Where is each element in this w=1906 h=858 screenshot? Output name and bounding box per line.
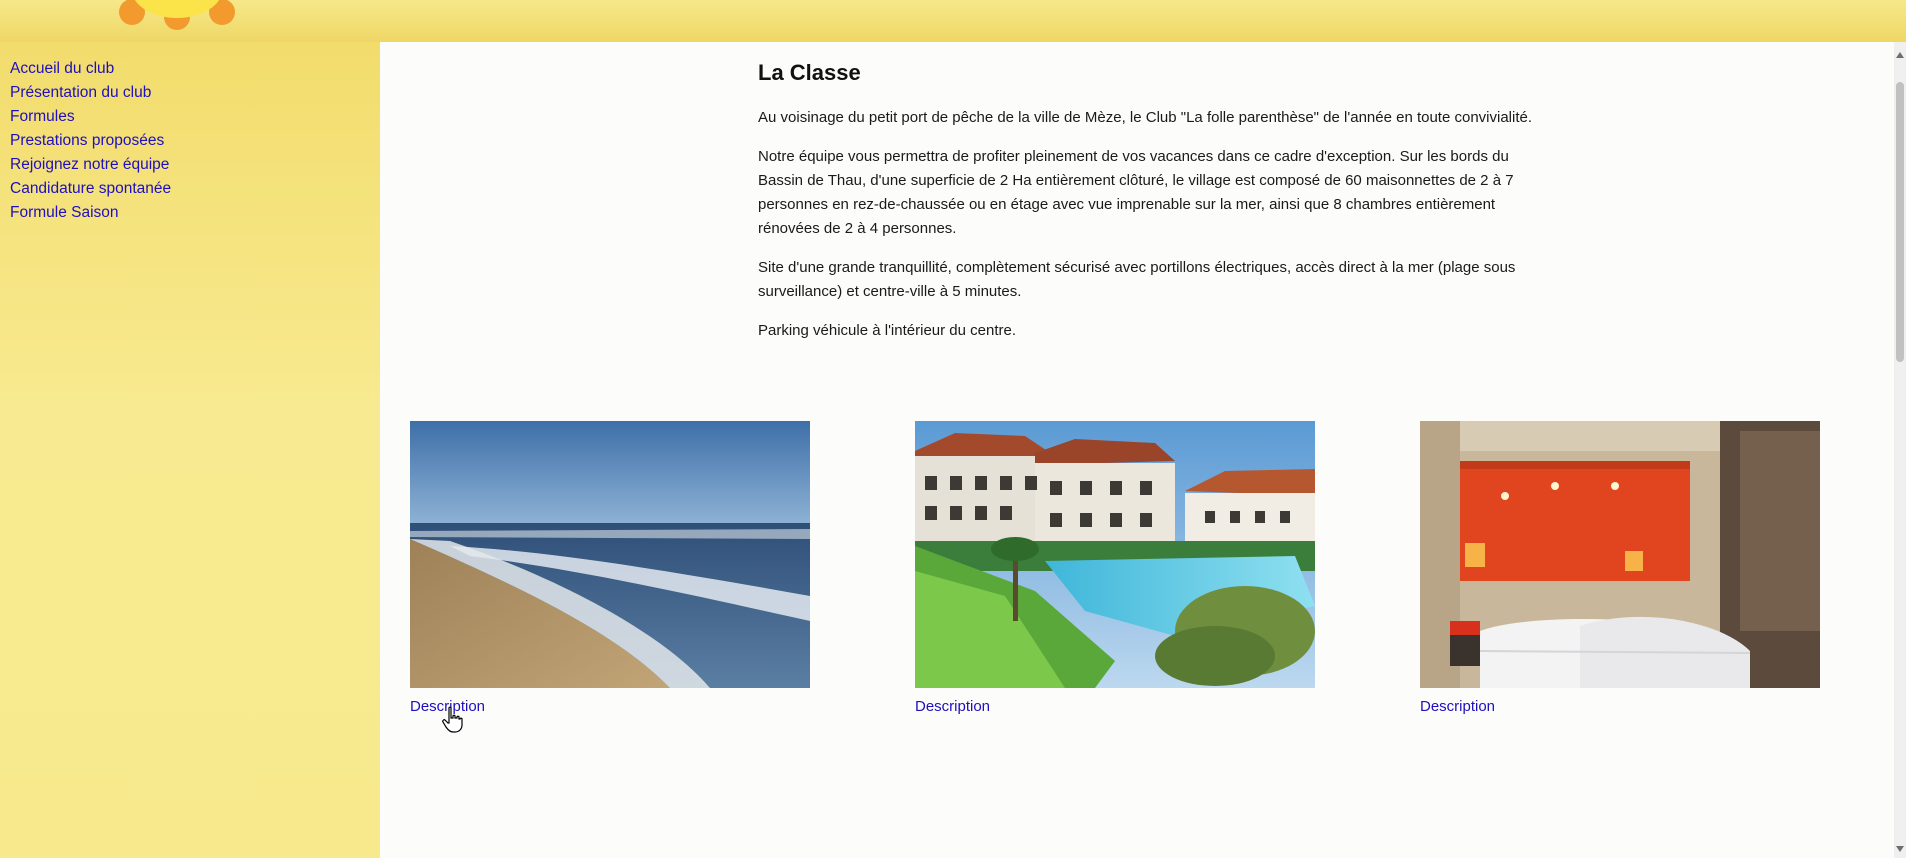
description-link[interactable]: Description	[915, 698, 990, 715]
sidebar: Accueil du club Présentation du club For…	[0, 42, 380, 858]
nav-item: Présentation du club	[10, 84, 380, 102]
top-banner	[0, 0, 1906, 42]
gallery-card: Description	[915, 421, 1315, 716]
nav-item: Rejoignez notre équipe	[10, 156, 380, 174]
page-title: La Classe	[758, 60, 861, 85]
nav-item: Prestations proposées	[10, 132, 380, 150]
article: La Classe Au voisinage du petit port de …	[758, 60, 1538, 358]
hotel-pool-photo[interactable]	[915, 421, 1315, 688]
nav-item: Candidature spontanée	[10, 180, 380, 198]
nav-link-accueil[interactable]: Accueil du club	[10, 60, 114, 78]
bedroom-photo[interactable]	[1420, 421, 1820, 688]
scroll-down-icon[interactable]	[1896, 846, 1904, 852]
vertical-scrollbar[interactable]	[1894, 42, 1906, 858]
nav-item: Accueil du club	[10, 60, 380, 78]
nav-link-candidature[interactable]: Candidature spontanée	[10, 180, 171, 198]
paragraph-parking: Parking véhicule à l'intérieur du centre…	[758, 322, 1017, 339]
gallery-card: Description	[1420, 421, 1820, 716]
nav-item: Formule Saison	[10, 204, 380, 222]
nav-link-prestations[interactable]: Prestations proposées	[10, 132, 164, 150]
scroll-thumb[interactable]	[1896, 82, 1904, 362]
nav-item: Formules	[10, 108, 380, 126]
hand-pointer-cursor-icon	[442, 706, 463, 733]
sun-logo-icon	[119, 0, 235, 30]
description-link[interactable]: Description	[1420, 698, 1495, 715]
paragraph-team: Notre équipe vous permettra de profiter …	[758, 148, 1514, 237]
nav-link-presentation[interactable]: Présentation du club	[10, 84, 151, 102]
nav-link-rejoignez[interactable]: Rejoignez notre équipe	[10, 156, 169, 174]
main-content: La Classe Au voisinage du petit port de …	[380, 42, 1894, 858]
scroll-up-icon[interactable]	[1896, 52, 1904, 58]
gallery-card: Description	[410, 421, 810, 716]
paragraph-intro: Au voisinage du petit port de pêche de l…	[758, 109, 1533, 126]
sidebar-nav: Accueil du club Présentation du club For…	[0, 42, 380, 222]
beach-photo[interactable]	[410, 421, 810, 688]
nav-link-formules[interactable]: Formules	[10, 108, 75, 126]
photo-gallery: Description Description Description	[410, 421, 1890, 741]
paragraph-site: Site d'une grande tranquillité, complète…	[758, 259, 1516, 300]
nav-link-formule-saison[interactable]: Formule Saison	[10, 204, 119, 222]
